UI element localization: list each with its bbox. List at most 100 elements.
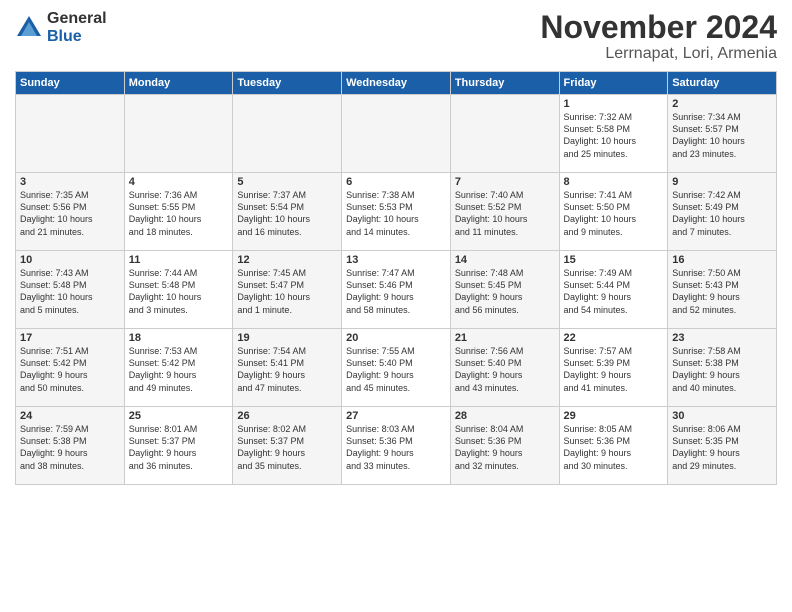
- day-number: 26: [237, 410, 337, 422]
- header: General Blue November 2024 Lerrnapat, Lo…: [15, 10, 777, 63]
- week-row-3: 10Sunrise: 7:43 AM Sunset: 5:48 PM Dayli…: [16, 251, 777, 329]
- day-info: Sunrise: 7:58 AM Sunset: 5:38 PM Dayligh…: [672, 345, 772, 394]
- day-number: 29: [564, 410, 664, 422]
- day-cell: 27Sunrise: 8:03 AM Sunset: 5:36 PM Dayli…: [342, 407, 451, 485]
- day-number: 5: [237, 176, 337, 188]
- day-number: 7: [455, 176, 555, 188]
- day-info: Sunrise: 7:32 AM Sunset: 5:58 PM Dayligh…: [564, 111, 664, 160]
- day-info: Sunrise: 7:54 AM Sunset: 5:41 PM Dayligh…: [237, 345, 337, 394]
- day-number: 13: [346, 254, 446, 266]
- day-number: 17: [20, 332, 120, 344]
- day-info: Sunrise: 8:04 AM Sunset: 5:36 PM Dayligh…: [455, 423, 555, 472]
- th-tuesday: Tuesday: [233, 72, 342, 95]
- day-info: Sunrise: 7:34 AM Sunset: 5:57 PM Dayligh…: [672, 111, 772, 160]
- day-number: 20: [346, 332, 446, 344]
- day-cell: 18Sunrise: 7:53 AM Sunset: 5:42 PM Dayli…: [124, 329, 233, 407]
- day-cell: 16Sunrise: 7:50 AM Sunset: 5:43 PM Dayli…: [668, 251, 777, 329]
- day-number: 8: [564, 176, 664, 188]
- day-info: Sunrise: 7:53 AM Sunset: 5:42 PM Dayligh…: [129, 345, 229, 394]
- title-section: November 2024 Lerrnapat, Lori, Armenia: [540, 10, 777, 63]
- day-number: 24: [20, 410, 120, 422]
- day-cell: 7Sunrise: 7:40 AM Sunset: 5:52 PM Daylig…: [450, 173, 559, 251]
- th-saturday: Saturday: [668, 72, 777, 95]
- day-info: Sunrise: 7:55 AM Sunset: 5:40 PM Dayligh…: [346, 345, 446, 394]
- day-info: Sunrise: 7:50 AM Sunset: 5:43 PM Dayligh…: [672, 267, 772, 316]
- day-info: Sunrise: 7:42 AM Sunset: 5:49 PM Dayligh…: [672, 189, 772, 238]
- day-number: 19: [237, 332, 337, 344]
- day-cell: 13Sunrise: 7:47 AM Sunset: 5:46 PM Dayli…: [342, 251, 451, 329]
- day-cell: 1Sunrise: 7:32 AM Sunset: 5:58 PM Daylig…: [559, 95, 668, 173]
- day-number: 6: [346, 176, 446, 188]
- day-info: Sunrise: 8:05 AM Sunset: 5:36 PM Dayligh…: [564, 423, 664, 472]
- day-info: Sunrise: 8:01 AM Sunset: 5:37 PM Dayligh…: [129, 423, 229, 472]
- day-info: Sunrise: 7:36 AM Sunset: 5:55 PM Dayligh…: [129, 189, 229, 238]
- day-info: Sunrise: 7:47 AM Sunset: 5:46 PM Dayligh…: [346, 267, 446, 316]
- week-row-4: 17Sunrise: 7:51 AM Sunset: 5:42 PM Dayli…: [16, 329, 777, 407]
- day-number: 12: [237, 254, 337, 266]
- week-row-2: 3Sunrise: 7:35 AM Sunset: 5:56 PM Daylig…: [16, 173, 777, 251]
- th-sunday: Sunday: [16, 72, 125, 95]
- location: Lerrnapat, Lori, Armenia: [540, 45, 777, 63]
- day-cell: 5Sunrise: 7:37 AM Sunset: 5:54 PM Daylig…: [233, 173, 342, 251]
- day-info: Sunrise: 7:49 AM Sunset: 5:44 PM Dayligh…: [564, 267, 664, 316]
- day-cell: 28Sunrise: 8:04 AM Sunset: 5:36 PM Dayli…: [450, 407, 559, 485]
- th-wednesday: Wednesday: [342, 72, 451, 95]
- day-info: Sunrise: 7:43 AM Sunset: 5:48 PM Dayligh…: [20, 267, 120, 316]
- day-info: Sunrise: 7:37 AM Sunset: 5:54 PM Dayligh…: [237, 189, 337, 238]
- day-cell: 19Sunrise: 7:54 AM Sunset: 5:41 PM Dayli…: [233, 329, 342, 407]
- page: General Blue November 2024 Lerrnapat, Lo…: [0, 0, 792, 612]
- th-thursday: Thursday: [450, 72, 559, 95]
- week-row-5: 24Sunrise: 7:59 AM Sunset: 5:38 PM Dayli…: [16, 407, 777, 485]
- day-info: Sunrise: 8:02 AM Sunset: 5:37 PM Dayligh…: [237, 423, 337, 472]
- logo-icon: [15, 14, 43, 42]
- day-number: 2: [672, 98, 772, 110]
- day-cell: [233, 95, 342, 173]
- day-cell: 15Sunrise: 7:49 AM Sunset: 5:44 PM Dayli…: [559, 251, 668, 329]
- day-number: 30: [672, 410, 772, 422]
- th-friday: Friday: [559, 72, 668, 95]
- day-cell: 26Sunrise: 8:02 AM Sunset: 5:37 PM Dayli…: [233, 407, 342, 485]
- day-number: 16: [672, 254, 772, 266]
- day-cell: [450, 95, 559, 173]
- month-title: November 2024: [540, 10, 777, 45]
- day-number: 1: [564, 98, 664, 110]
- day-number: 9: [672, 176, 772, 188]
- day-cell: 11Sunrise: 7:44 AM Sunset: 5:48 PM Dayli…: [124, 251, 233, 329]
- day-number: 4: [129, 176, 229, 188]
- th-monday: Monday: [124, 72, 233, 95]
- logo: General Blue: [15, 10, 107, 45]
- day-cell: 17Sunrise: 7:51 AM Sunset: 5:42 PM Dayli…: [16, 329, 125, 407]
- day-info: Sunrise: 7:45 AM Sunset: 5:47 PM Dayligh…: [237, 267, 337, 316]
- day-number: 21: [455, 332, 555, 344]
- header-row: Sunday Monday Tuesday Wednesday Thursday…: [16, 72, 777, 95]
- day-number: 25: [129, 410, 229, 422]
- day-cell: 22Sunrise: 7:57 AM Sunset: 5:39 PM Dayli…: [559, 329, 668, 407]
- day-info: Sunrise: 7:40 AM Sunset: 5:52 PM Dayligh…: [455, 189, 555, 238]
- day-cell: 30Sunrise: 8:06 AM Sunset: 5:35 PM Dayli…: [668, 407, 777, 485]
- day-cell: [124, 95, 233, 173]
- day-cell: 12Sunrise: 7:45 AM Sunset: 5:47 PM Dayli…: [233, 251, 342, 329]
- calendar-table: Sunday Monday Tuesday Wednesday Thursday…: [15, 71, 777, 485]
- day-cell: [342, 95, 451, 173]
- day-cell: 20Sunrise: 7:55 AM Sunset: 5:40 PM Dayli…: [342, 329, 451, 407]
- week-row-1: 1Sunrise: 7:32 AM Sunset: 5:58 PM Daylig…: [16, 95, 777, 173]
- logo-general-text: General: [47, 10, 107, 28]
- day-cell: 24Sunrise: 7:59 AM Sunset: 5:38 PM Dayli…: [16, 407, 125, 485]
- day-cell: 25Sunrise: 8:01 AM Sunset: 5:37 PM Dayli…: [124, 407, 233, 485]
- day-number: 27: [346, 410, 446, 422]
- day-cell: [16, 95, 125, 173]
- logo-text: General Blue: [47, 10, 107, 45]
- day-cell: 9Sunrise: 7:42 AM Sunset: 5:49 PM Daylig…: [668, 173, 777, 251]
- day-cell: 6Sunrise: 7:38 AM Sunset: 5:53 PM Daylig…: [342, 173, 451, 251]
- day-cell: 4Sunrise: 7:36 AM Sunset: 5:55 PM Daylig…: [124, 173, 233, 251]
- day-number: 10: [20, 254, 120, 266]
- logo-blue-text: Blue: [47, 28, 107, 46]
- day-info: Sunrise: 7:35 AM Sunset: 5:56 PM Dayligh…: [20, 189, 120, 238]
- day-number: 28: [455, 410, 555, 422]
- day-number: 15: [564, 254, 664, 266]
- day-info: Sunrise: 7:38 AM Sunset: 5:53 PM Dayligh…: [346, 189, 446, 238]
- day-info: Sunrise: 8:06 AM Sunset: 5:35 PM Dayligh…: [672, 423, 772, 472]
- day-info: Sunrise: 7:59 AM Sunset: 5:38 PM Dayligh…: [20, 423, 120, 472]
- day-number: 23: [672, 332, 772, 344]
- day-number: 3: [20, 176, 120, 188]
